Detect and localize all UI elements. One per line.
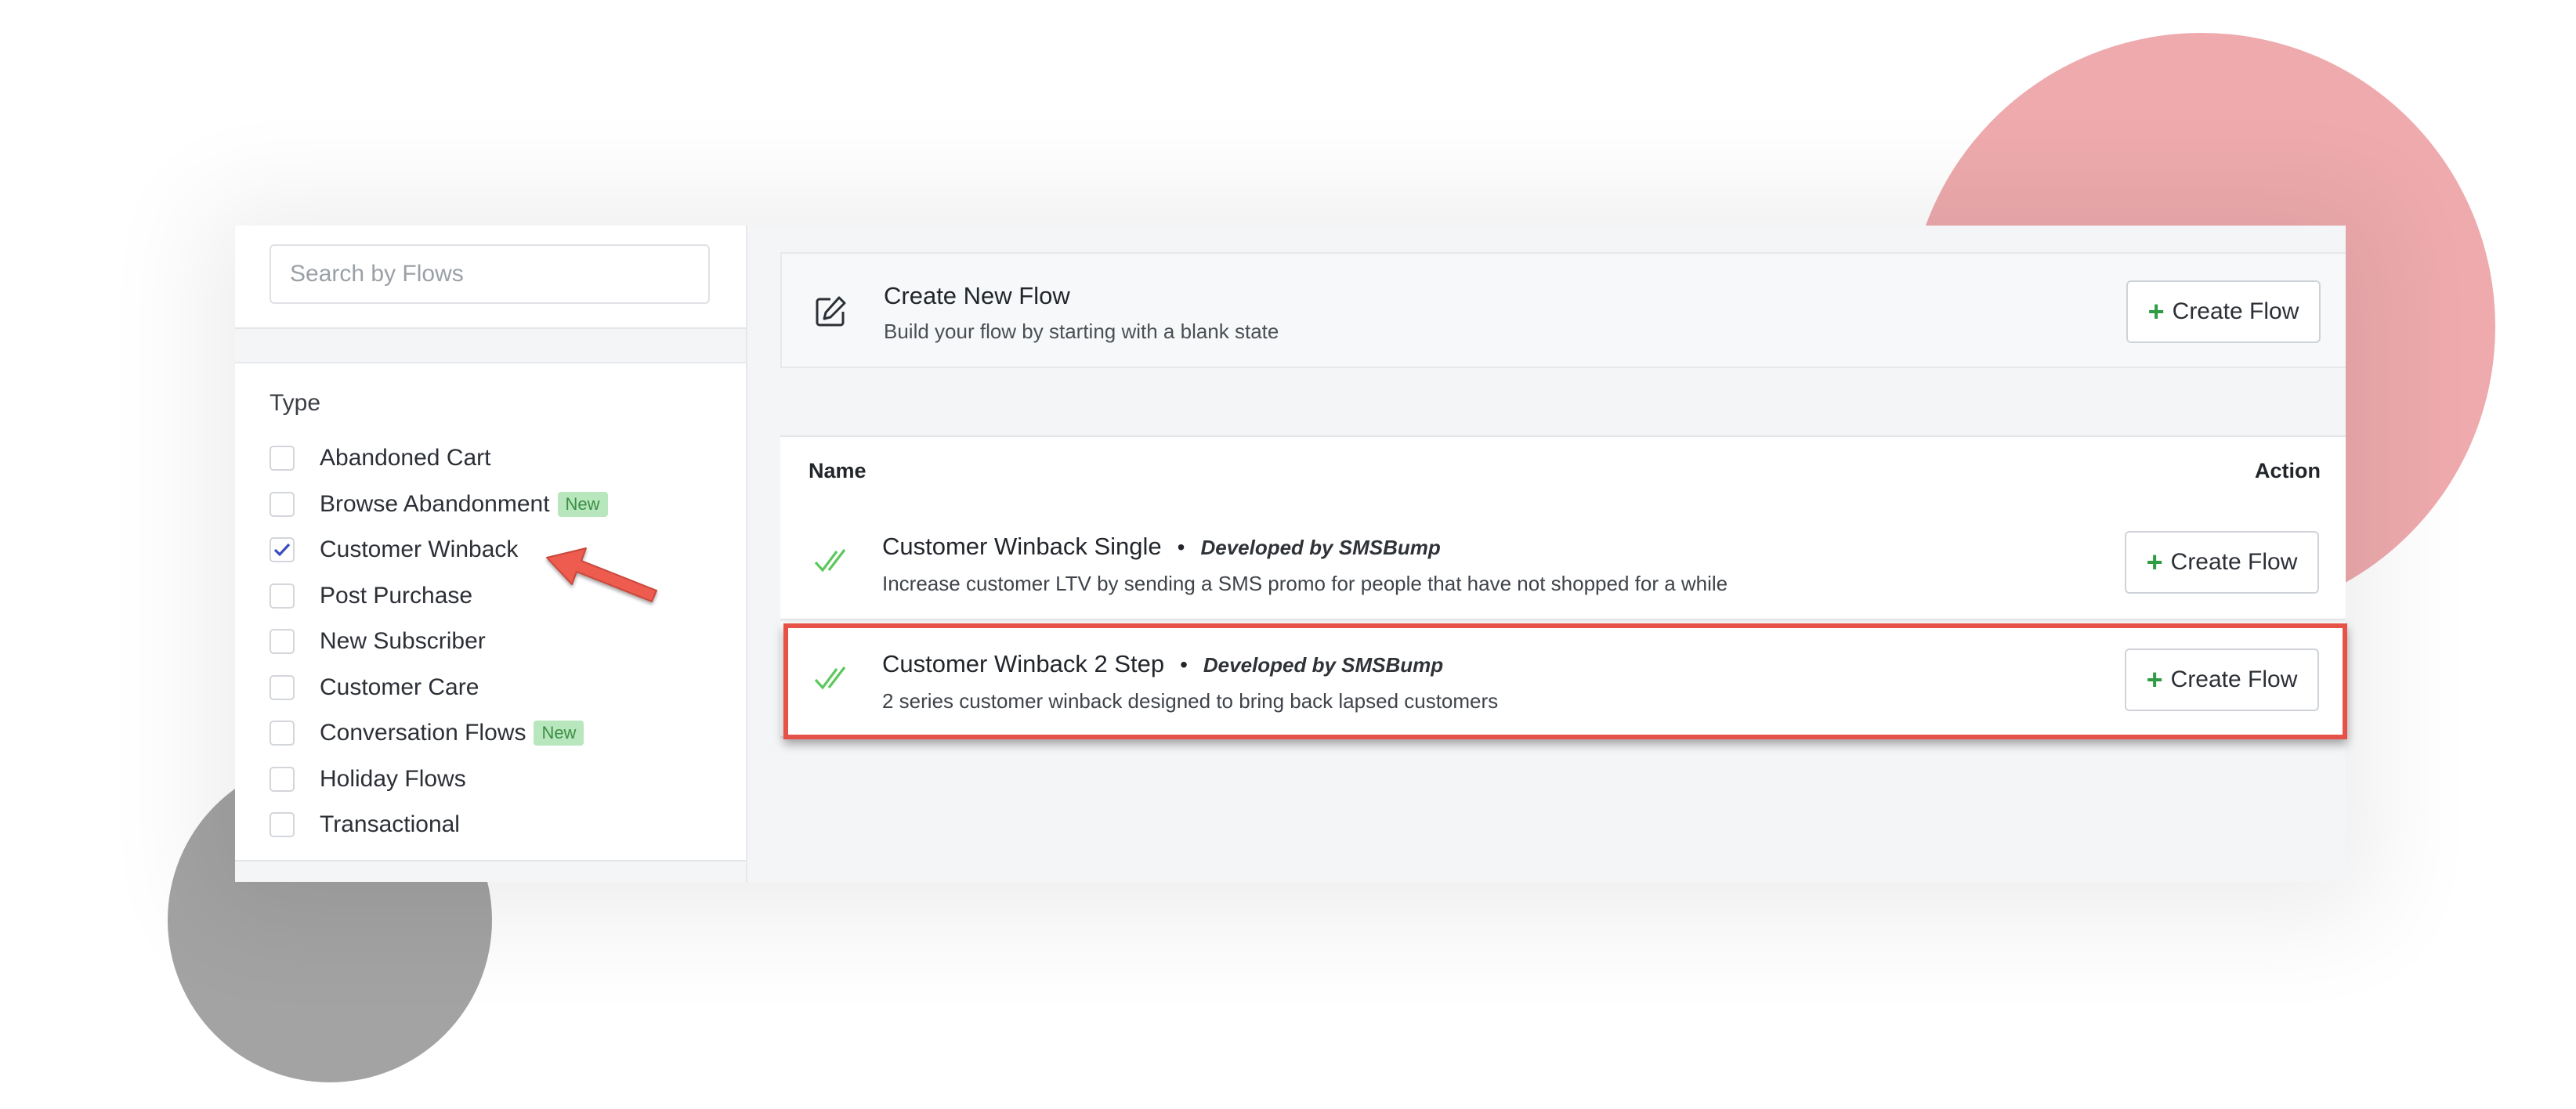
filter-label: Abandoned Cart: [320, 445, 491, 471]
filter-label: Customer Care: [320, 674, 479, 700]
new-flow-subtitle: Build your flow by starting with a blank…: [884, 320, 1279, 343]
new-flow-title: Create New Flow: [884, 282, 1070, 309]
filter-label: Customer Winback: [320, 536, 519, 563]
checkbox[interactable]: [270, 491, 295, 517]
filter-item-new-subscriber[interactable]: New Subscriber: [270, 619, 608, 665]
type-filter-panel: Type Abandoned Cart Browse Abandonment N…: [235, 362, 746, 862]
checkbox-checked[interactable]: [270, 537, 295, 563]
edit-icon: [816, 296, 846, 327]
flow-name: Customer Winback Single: [882, 533, 1162, 560]
arrow-annotation-icon: [546, 547, 657, 602]
highlight-annotation-box: [783, 623, 2347, 739]
checkmark-icon: [273, 544, 291, 557]
filter-label: Conversation Flows: [320, 720, 526, 746]
column-header-action: Action: [2255, 459, 2321, 482]
table-header: Name Action: [780, 437, 2346, 506]
filter-item-holiday-flows[interactable]: Holiday Flows: [270, 757, 608, 803]
filter-item-customer-care[interactable]: Customer Care: [270, 665, 608, 711]
filter-label: New Subscriber: [320, 628, 486, 655]
developer-label: Developed by SMSBump: [1200, 536, 1441, 559]
filter-item-browse-abandonment[interactable]: Browse Abandonment New: [270, 482, 608, 528]
checkbox[interactable]: [270, 629, 295, 655]
flow-description: Increase customer LTV by sending a SMS p…: [882, 572, 1728, 595]
filter-item-transactional[interactable]: Transactional: [270, 802, 608, 848]
table-row: Customer Winback Single • Developed by S…: [780, 504, 2346, 620]
create-flow-button[interactable]: + Create Flow: [2126, 280, 2321, 343]
filter-title: Type: [270, 390, 321, 416]
button-label: Create Flow: [2170, 549, 2298, 575]
checkbox[interactable]: [270, 721, 295, 746]
separator-dot: •: [1177, 535, 1185, 559]
create-flow-button[interactable]: + Create Flow: [2125, 531, 2319, 594]
search-panel: [235, 226, 746, 329]
flow-title: Customer Winback Single • Developed by S…: [882, 533, 1441, 561]
filter-label: Transactional: [320, 811, 460, 838]
checkbox[interactable]: [270, 446, 295, 471]
checkbox[interactable]: [270, 812, 295, 838]
checkbox[interactable]: [270, 766, 295, 792]
checkbox[interactable]: [270, 674, 295, 700]
filter-item-conversation-flows[interactable]: Conversation Flows New: [270, 710, 608, 757]
new-badge: New: [534, 721, 584, 746]
filter-item-abandoned-cart[interactable]: Abandoned Cart: [270, 435, 608, 482]
plus-icon: +: [2146, 546, 2163, 578]
filter-sidebar: Type Abandoned Cart Browse Abandonment N…: [235, 226, 746, 882]
search-flows-input[interactable]: [270, 244, 710, 304]
plus-icon: +: [2147, 295, 2165, 327]
create-new-flow-card: Create New Flow Build your flow by start…: [780, 252, 2346, 368]
column-header-name: Name: [809, 459, 867, 482]
filter-label: Post Purchase: [320, 582, 473, 609]
type-filter-list: Abandoned Cart Browse Abandonment New Cu…: [270, 435, 608, 848]
flows-main: Create New Flow Build your flow by start…: [747, 226, 2346, 882]
checkbox[interactable]: [270, 583, 295, 609]
new-badge: New: [557, 491, 608, 517]
button-label: Create Flow: [2172, 298, 2299, 324]
filter-label: Browse Abandonment: [320, 490, 550, 517]
filter-label: Holiday Flows: [320, 765, 466, 792]
double-check-icon: [814, 549, 846, 573]
